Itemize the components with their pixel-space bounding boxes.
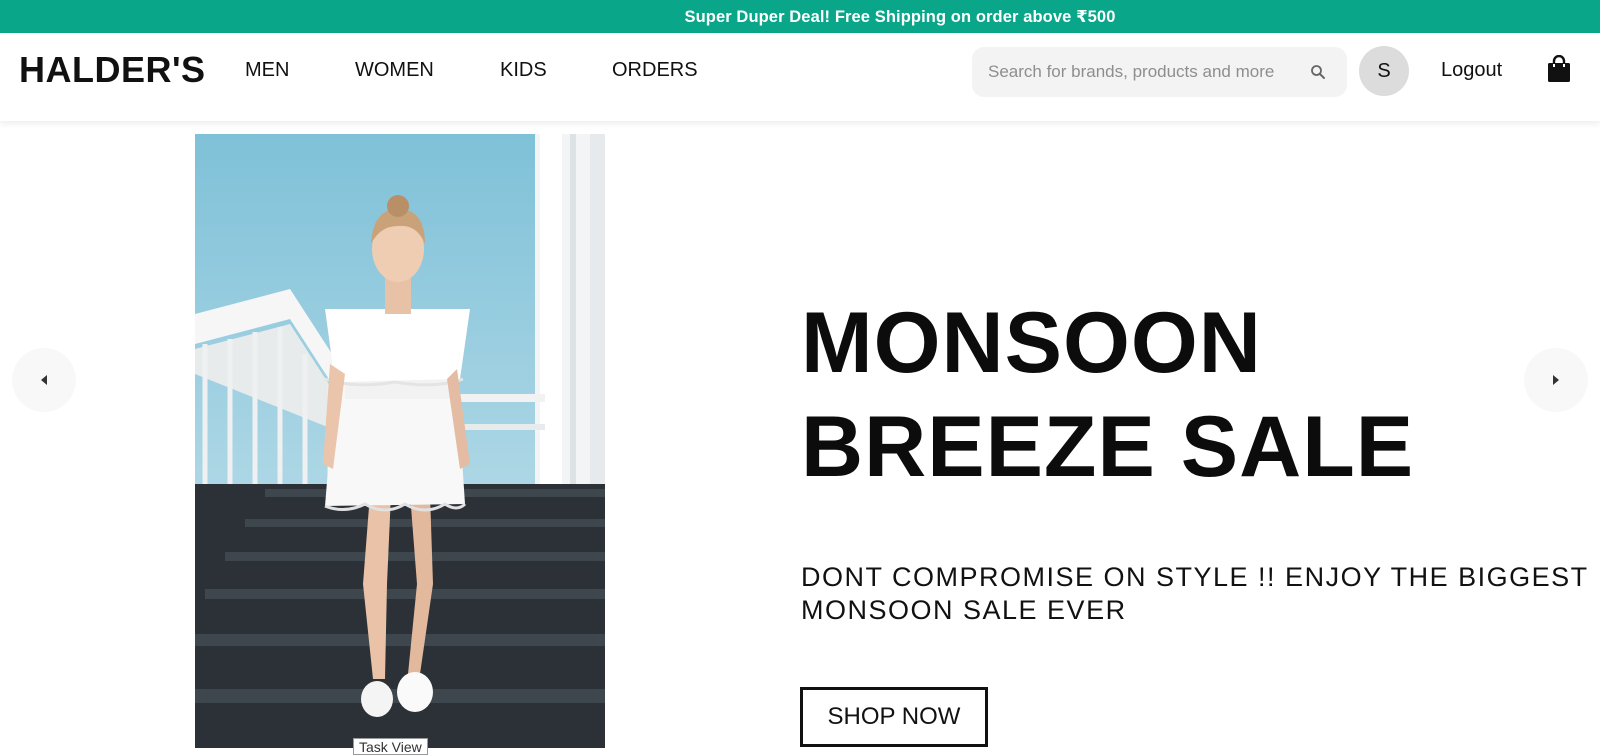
hero-carousel: MONSOON BREEZE SALE DONT COMPROMISE ON S… — [0, 121, 1600, 755]
task-view-tooltip: Task View — [353, 738, 428, 755]
shop-now-button[interactable]: SHOP NOW — [800, 687, 988, 747]
brand-logo[interactable]: HALDER'S — [19, 49, 206, 91]
user-avatar[interactable]: S — [1359, 46, 1409, 96]
nav-link-men[interactable]: MEN — [245, 59, 289, 82]
hero-subtitle-line-2: MONSOON SALE EVER — [801, 595, 1127, 625]
hero-title: MONSOON BREEZE SALE — [801, 291, 1521, 499]
model-photo — [195, 134, 605, 748]
avatar-initial: S — [1377, 59, 1391, 82]
search-bar — [972, 47, 1347, 97]
caret-right-icon — [1553, 375, 1559, 385]
announcement-bar: Super Duper Deal! Free Shipping on order… — [0, 0, 1600, 33]
hero-title-line-1: MONSOON — [801, 295, 1262, 391]
search-icon[interactable] — [1309, 63, 1327, 81]
nav-link-kids[interactable]: KIDS — [500, 59, 547, 82]
caret-left-icon — [41, 375, 47, 385]
hero-subtitle-line-1: DONT COMPROMISE ON STYLE !! ENJOY THE BI… — [801, 562, 1589, 592]
carousel-prev-button[interactable] — [12, 348, 76, 412]
hero-image — [195, 134, 605, 748]
search-input[interactable] — [972, 47, 1292, 97]
header-navbar: HALDER'S MEN WOMEN KIDS ORDERS S Logout — [0, 33, 1600, 121]
nav-link-women[interactable]: WOMEN — [355, 59, 434, 82]
hero-subtitle: DONT COMPROMISE ON STYLE !! ENJOY THE BI… — [801, 561, 1591, 627]
nav-link-orders[interactable]: ORDERS — [612, 59, 698, 82]
carousel-next-button[interactable] — [1524, 348, 1588, 412]
logout-button[interactable]: Logout — [1441, 59, 1502, 82]
announcement-text: Super Duper Deal! Free Shipping on order… — [684, 7, 1116, 26]
hero-title-line-2: BREEZE SALE — [801, 399, 1415, 495]
shopping-bag-icon[interactable] — [1546, 55, 1572, 83]
